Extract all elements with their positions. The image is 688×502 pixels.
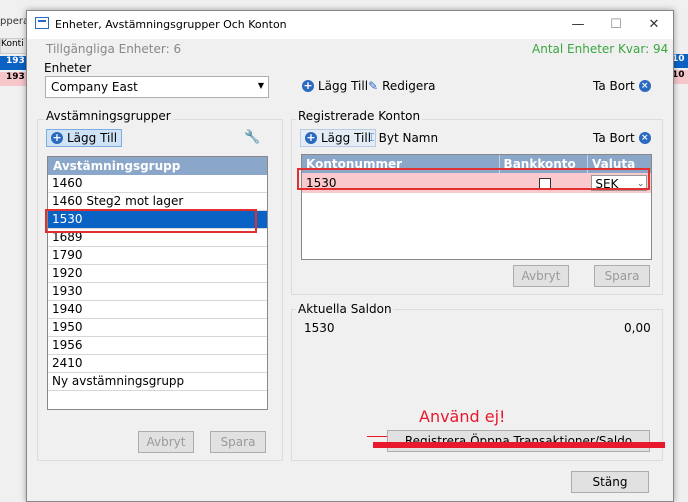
available-units-label: Tillgängliga Enheter: 6 xyxy=(46,42,182,56)
groups-rows: 1460 1460 Steg2 mot lager 1530 1689 1790 1920… xyxy=(48,175,267,391)
close-circle-icon: × xyxy=(638,132,651,144)
remaining-units-label: Antal Enheter Kvar: 94 xyxy=(532,42,669,56)
list-item[interactable]: 1460 xyxy=(48,175,267,193)
group-cancel-button[interactable]: Avbryt xyxy=(138,431,194,453)
accounts-section-label: Registrerade Konton xyxy=(296,109,423,123)
chevron-down-icon: ▼ xyxy=(257,81,264,90)
maximize-button[interactable]: ☐ xyxy=(599,13,633,37)
list-item[interactable]: 1956 xyxy=(48,337,267,355)
list-item[interactable]: 1940 xyxy=(48,301,267,319)
unit-edit-button[interactable]: ✎ Redigera xyxy=(368,79,435,93)
account-add-label: Lägg Till xyxy=(321,131,372,145)
close-window-button[interactable]: ✕ xyxy=(637,13,671,37)
balance-account: 1530 xyxy=(304,321,335,335)
wrench-icon[interactable]: 🔧 xyxy=(244,130,260,145)
group-add-button[interactable]: + Lägg Till xyxy=(46,129,123,147)
unit-delete-button[interactable]: Ta Bort × xyxy=(593,79,651,93)
window-title: Enheter, Avstämningsgrupper Och Konton xyxy=(55,18,287,31)
list-item[interactable]: 1920 xyxy=(48,265,267,283)
plus-icon: + xyxy=(302,79,314,92)
close-circle-icon: × xyxy=(638,80,651,92)
groups-column-header: Avstämningsgrupp xyxy=(48,157,267,175)
group-add-label: Lägg Till xyxy=(67,131,118,145)
list-item[interactable]: 2410 xyxy=(48,355,267,373)
unit-add-label: Lägg Till xyxy=(318,79,369,93)
title-bar: Enheter, Avstämningsgrupper Och Konton —… xyxy=(27,11,673,39)
list-item[interactable]: 1930 xyxy=(48,283,267,301)
account-rename-label: Byt Namn xyxy=(378,131,439,145)
window-icon xyxy=(35,17,49,29)
groups-grid: Avstämningsgrupp 1460 1460 Steg2 mot lage… xyxy=(47,156,268,410)
annotation-strike xyxy=(373,442,665,448)
unit-edit-label: Redigera xyxy=(382,79,436,93)
unit-add-button[interactable]: + Lägg Till xyxy=(302,79,368,93)
background-row-highlighted: 193 xyxy=(0,72,28,86)
account-add-button[interactable]: + Lägg Till xyxy=(300,129,377,147)
background-row-highlighted-right: 10 xyxy=(672,70,688,84)
account-save-button[interactable]: Spara xyxy=(594,265,650,287)
balances-section-label: Aktuella Saldon xyxy=(296,302,394,316)
pencil-icon: ✎ xyxy=(368,79,379,93)
list-item[interactable]: Ny avstämningsgrupp xyxy=(48,373,267,391)
account-rename-button[interactable]: ⌶ Byt Namn xyxy=(368,131,438,145)
balance-value: 0,00 xyxy=(624,321,651,335)
dialog-window: Enheter, Avstämningsgrupper Och Konton —… xyxy=(26,10,674,502)
unit-delete-label: Ta Bort xyxy=(593,79,635,93)
warning-annotation: Använd ej! xyxy=(419,407,506,426)
row-highlight-box xyxy=(297,168,650,190)
plus-icon: + xyxy=(305,131,317,144)
list-item[interactable]: 1790 xyxy=(48,247,267,265)
account-cancel-button[interactable]: Avbryt xyxy=(513,265,569,287)
selection-highlight-box xyxy=(45,209,257,233)
unit-select-value: Company East xyxy=(51,80,138,94)
account-delete-label: Ta Bort xyxy=(593,131,635,145)
background-row-selected-right: 10 xyxy=(672,54,688,68)
group-save-button[interactable]: Spara xyxy=(210,431,266,453)
plus-icon: + xyxy=(51,131,63,144)
account-delete-button[interactable]: Ta Bort × xyxy=(593,131,651,145)
background-row-selected: 193 xyxy=(0,56,28,70)
rename-icon: ⌶ xyxy=(368,131,375,144)
register-open-transactions-button[interactable]: Registrera Öppna Transaktioner/Saldo xyxy=(387,430,650,452)
list-item[interactable]: 1950 xyxy=(48,319,267,337)
units-section-label: Enheter xyxy=(44,61,92,75)
close-dialog-button[interactable]: Stäng xyxy=(571,471,649,493)
minimize-button[interactable]: — xyxy=(561,13,595,37)
unit-select[interactable]: Company East ▼ xyxy=(45,76,269,98)
groups-section-label: Avstämningsgrupper xyxy=(44,109,173,123)
